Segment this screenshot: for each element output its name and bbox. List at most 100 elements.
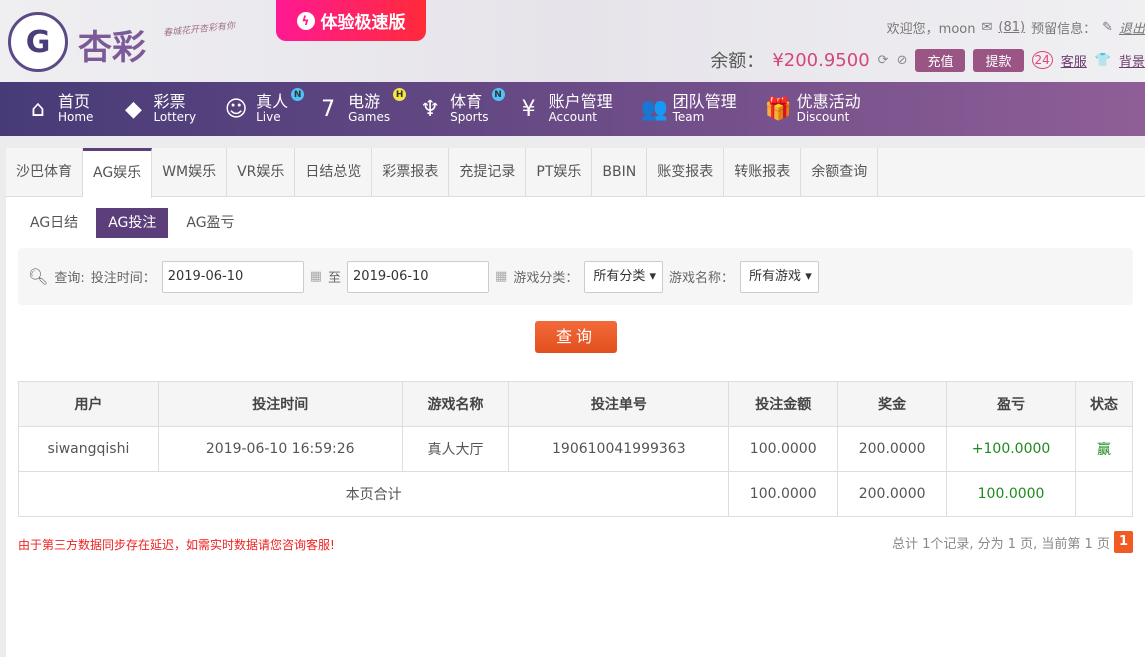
tab-10[interactable]: 转账报表 (724, 148, 802, 196)
tab-5[interactable]: 彩票报表 (372, 148, 450, 196)
tab-3[interactable]: VR娱乐 (227, 148, 296, 196)
column-header: 奖金 (837, 381, 948, 427)
nav-label: 真人 (256, 92, 289, 111)
total-row: 本页合计 100.0000 200.0000 100.0000 (17, 471, 1133, 517)
calendar-icon[interactable]: ▦ (310, 269, 322, 284)
nav-sublabel: Discount (796, 110, 850, 124)
tab-9[interactable]: 账变报表 (647, 148, 725, 196)
nav-sublabel: Sports (450, 110, 489, 124)
pagination: 总计 1个记录, 分为 1 页, 当前第 1 页 1 (892, 531, 1133, 553)
tab-8[interactable]: BBIN (592, 148, 648, 196)
gift-icon: 🎁 (764, 96, 792, 122)
nav-label: 首页 (58, 92, 91, 111)
messages-count-link[interactable]: (81) (998, 20, 1025, 35)
game-name-select[interactable]: 所有游戏 ▾ (740, 260, 819, 293)
column-header: 用户 (18, 381, 159, 427)
nav-label: 优惠活动 (796, 92, 861, 111)
nav-sublabel: Account (548, 110, 598, 124)
calendar-icon[interactable]: ▦ (495, 269, 507, 284)
edit-icon[interactable]: ✎ (1102, 20, 1113, 35)
balance-label: 余额： (710, 51, 765, 72)
column-header: 投注单号 (508, 381, 730, 427)
team-icon: 👥 (640, 96, 668, 122)
bets-table: 用户 投注时间 游戏名称 投注单号 投注金额 奖金 盈亏 状态 siwangqishi 2019… (17, 381, 1133, 517)
search-icon: 🔍︎ (28, 267, 49, 286)
badge-n: N (291, 88, 305, 101)
yen-coin-icon: ¥ (521, 96, 536, 122)
search-button[interactable]: 查询 (535, 321, 617, 353)
total-label: 本页合计 (17, 471, 730, 517)
support-24-icon: 24 (1031, 51, 1053, 69)
customer-service-link[interactable]: 客服 (1061, 51, 1087, 70)
nav-label: 团队管理 (672, 92, 737, 111)
nav-item-games[interactable]: 7 电游 Games H (316, 82, 407, 136)
column-header: 状态 (1075, 381, 1133, 427)
table-cell: 190610041999363 (508, 426, 730, 472)
logout-link[interactable]: 退出 (1119, 18, 1145, 37)
home-icon: ⌂ (31, 96, 45, 122)
subtab-0[interactable]: AG日结 (18, 208, 90, 238)
logo[interactable]: G (8, 12, 68, 72)
report-tabs: 沙巴体育 AG娱乐 WM娱乐 VR娱乐 日结总览 彩票报表 充提记录 PT娱乐 BBIN 账变报表… (6, 148, 1145, 198)
nav-sublabel: Lottery (153, 110, 197, 124)
header: G 杏彩 春城花开杏彩有你 ϟ 体验极速版 欢迎您，moon ✉ (81) 预留信… (0, 0, 1145, 82)
main-nav: ⌂ 首页 Home ◆ 彩票 Lottery ☺ 真人 Live N 7 电游 Games H ♆ 体育 Spo… (0, 82, 1145, 136)
badge-h: H (393, 88, 407, 101)
withdraw-button[interactable]: 提款 (973, 48, 1024, 72)
tab-1[interactable]: AG娱乐 (83, 148, 153, 198)
game-name-label: 游戏名称： (669, 271, 735, 286)
tab-0[interactable]: 沙巴体育 (6, 148, 83, 196)
badge-n: N (491, 88, 505, 101)
welcome-text: 欢迎您，moon (886, 22, 976, 37)
end-date-input[interactable]: 2019-06-10 (347, 260, 490, 293)
mail-icon[interactable]: ✉ (981, 20, 992, 35)
nav-item-lottery[interactable]: ◆ 彩票 Lottery (121, 82, 196, 136)
table-row: siwangqishi 2019-06-10 16:59:26 真人大厅 190610… (18, 426, 1133, 472)
subtab-1[interactable]: AG投注 (96, 208, 169, 238)
seven-icon: 7 (321, 96, 336, 122)
tab-11[interactable]: 余额查询 (801, 148, 879, 196)
page-1-button[interactable]: 1 (1113, 531, 1133, 553)
nav-label: 彩票 (153, 92, 186, 111)
nav-item-discount[interactable]: 🎁 优惠活动 Discount (765, 82, 861, 136)
tab-4[interactable]: 日结总览 (295, 148, 373, 196)
tab-2[interactable]: WM娱乐 (152, 148, 228, 196)
nav-sublabel: Home (58, 110, 94, 124)
fast-version-button[interactable]: ϟ 体验极速版 (276, 0, 426, 41)
ticket-icon: ◆ (124, 96, 142, 122)
background-link[interactable]: 背景 (1119, 51, 1145, 70)
table-cell: 赢 (1075, 426, 1133, 472)
category-select[interactable]: 所有分类 ▾ (584, 260, 664, 293)
deposit-button[interactable]: 充值 (915, 48, 966, 72)
table-cell: 2019-06-10 16:59:26 (157, 426, 403, 472)
total-status (1075, 471, 1133, 517)
nav-item-live[interactable]: ☺ 真人 Live N (224, 82, 305, 136)
category-label: 游戏分类： (513, 271, 579, 286)
table-cell: +100.0000 (946, 426, 1076, 472)
subtab-2[interactable]: AG盈亏 (174, 208, 246, 238)
total-profit: 100.0000 (946, 471, 1076, 517)
content-panel: 沙巴体育 AG娱乐 WM娱乐 VR娱乐 日结总览 彩票报表 充提记录 PT娱乐 BBIN 账变报表… (6, 148, 1145, 657)
sub-tabs: AG日结 AG投注 AG盈亏 (18, 208, 247, 238)
refresh-icon[interactable]: ⟳ (878, 53, 889, 68)
tab-6[interactable]: 充提记录 (449, 148, 527, 196)
start-date-input[interactable]: 2019-06-10 (161, 260, 304, 293)
nav-item-sports[interactable]: ♆ 体育 Sports N (418, 82, 505, 136)
tab-7[interactable]: PT娱乐 (526, 148, 593, 196)
table-cell: 真人大厅 (401, 426, 510, 472)
nav-item-team[interactable]: 👥 团队管理 Team (641, 82, 737, 136)
nav-item-account[interactable]: ¥ 账户管理 Account (517, 82, 613, 136)
trophy-icon: ♆ (420, 96, 440, 122)
nav-sublabel: Live (256, 110, 281, 124)
filter-bar: 🔍︎ 查询: 投注时间： 2019-06-10 ▦ 至 2019-06-10 ▦… (18, 248, 1133, 305)
time-label: 投注时间： (90, 271, 156, 286)
lightning-icon: ϟ (296, 11, 315, 30)
delay-notice: 由于第三方数据同步存在延迟，如需实时数据请您咨询客服! (18, 538, 335, 552)
table-cell: siwangqishi (18, 426, 159, 472)
brand-name: 杏彩 (78, 28, 146, 68)
nav-label: 体育 (450, 92, 483, 111)
hide-eye-icon[interactable]: ⊘ (897, 53, 908, 68)
nav-sublabel: Team (672, 110, 705, 124)
nav-label: 账户管理 (548, 92, 613, 111)
nav-item-home[interactable]: ⌂ 首页 Home (26, 82, 93, 136)
